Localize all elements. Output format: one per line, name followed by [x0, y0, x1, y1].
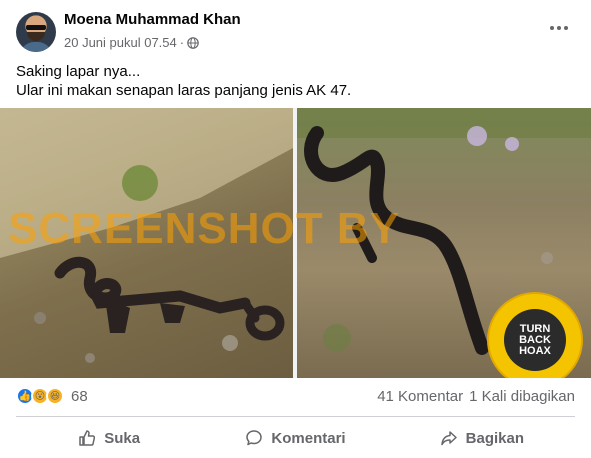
like-icon — [79, 430, 96, 446]
meta-separator: · — [179, 35, 185, 50]
share-label: Bagikan — [465, 429, 524, 447]
badge-line-1: TURN — [519, 322, 551, 335]
comment-icon — [246, 430, 263, 446]
reactions-summary[interactable]: 👍 😮 😆 68 — [16, 387, 88, 405]
actions-divider — [16, 416, 575, 417]
reaction-count[interactable]: 68 — [71, 388, 88, 405]
post-media[interactable]: SCREENSHOT BY TURN BACK HOAX — [0, 108, 591, 378]
post-stats: 👍 😮 😆 68 41 Komentar 1 Kali dibagikan — [16, 386, 575, 406]
post-meta: 20 Juni pukul 07.54 · — [64, 35, 199, 50]
comment-label: Komentari — [271, 429, 346, 447]
mafindo-badge: TURN BACK HOAX — [486, 291, 584, 378]
like-label: Suka — [104, 429, 141, 447]
comment-button[interactable]: Komentari — [202, 421, 388, 455]
screenshot-watermark: SCREENSHOT BY — [8, 204, 400, 253]
more-icon[interactable] — [547, 18, 571, 38]
author-name[interactable]: Moena Muhammad Khan — [64, 11, 241, 28]
badge-line-2: BACK — [519, 333, 551, 346]
comment-count[interactable]: 41 Komentar — [377, 388, 463, 405]
badge-line-3: HOAX — [519, 344, 551, 357]
author-avatar[interactable] — [16, 12, 56, 52]
share-icon — [440, 431, 457, 446]
facebook-post: Moena Muhammad Khan 20 Juni pukul 07.54 … — [0, 0, 591, 458]
globe-icon — [187, 36, 199, 49]
post-text: Saking lapar nya... Ular ini makan senap… — [16, 63, 352, 99]
share-button[interactable]: Bagikan — [389, 421, 575, 455]
haha-reaction-icon: 😆 — [46, 387, 64, 405]
share-count[interactable]: 1 Kali dibagikan — [469, 388, 575, 405]
post-timestamp[interactable]: 20 Juni pukul 07.54 — [64, 35, 177, 50]
like-button[interactable]: Suka — [16, 421, 202, 455]
post-actions: Suka Komentari Bagikan — [16, 421, 575, 455]
